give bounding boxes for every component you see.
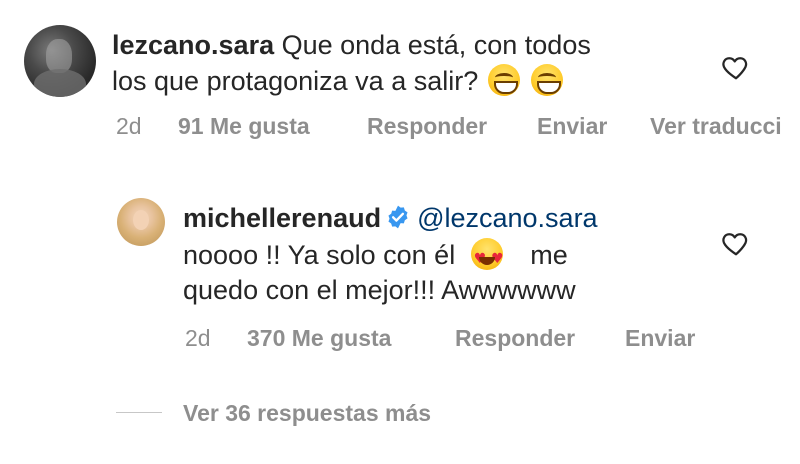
view-more-replies-button[interactable]: Ver 36 respuestas más — [183, 399, 431, 427]
comment-text: lezcano.sara Que onda está, con todos — [112, 27, 591, 63]
comment-body-line1: Que onda está, con todos — [281, 30, 591, 60]
send-button[interactable]: Enviar — [537, 112, 607, 140]
reply-body-line3: quedo con el mejor!!! Awwwwww — [183, 275, 576, 305]
mention-link[interactable]: @lezcano.sara — [417, 203, 598, 233]
comment-time: 2d — [185, 325, 211, 351]
view-more-divider — [116, 412, 162, 413]
reply-header: michellerenaud @lezcano.sara — [183, 200, 598, 236]
see-translation-button[interactable]: Ver traducci — [650, 112, 782, 140]
grinning-face-icon — [531, 63, 564, 96]
heart-eyes-face-icon — [470, 237, 505, 277]
grinning-face-icon — [487, 63, 520, 96]
comment-actions: 2d 91 Me gusta Responder Enviar Ver trad… — [116, 112, 800, 142]
like-heart-icon[interactable] — [721, 52, 751, 82]
comment-body-line2: los que protagoniza va a salir? — [112, 66, 479, 96]
avatar[interactable] — [117, 198, 165, 246]
comment-text-line2: los que protagoniza va a salir? — [112, 63, 565, 99]
comment-username[interactable]: lezcano.sara — [112, 30, 274, 60]
reply-body-part2: me — [530, 240, 568, 270]
comment-time: 2d — [116, 113, 142, 139]
reply-actions: 2d 370 Me gusta Responder Enviar — [185, 324, 785, 354]
reply-body-part1: noooo !! Ya solo con él — [183, 240, 456, 270]
avatar[interactable] — [24, 25, 96, 97]
likes-count[interactable]: 370 Me gusta — [247, 324, 391, 352]
reply-text-line3: quedo con el mejor!!! Awwwwww — [183, 272, 576, 308]
reply-button[interactable]: Responder — [455, 324, 575, 352]
comment-username[interactable]: michellerenaud — [183, 203, 381, 233]
like-heart-icon[interactable] — [721, 228, 751, 258]
send-button[interactable]: Enviar — [625, 324, 695, 352]
reply-text-line2: noooo !! Ya solo con él me — [183, 237, 568, 277]
likes-count[interactable]: 91 Me gusta — [178, 112, 310, 140]
comments-thread: lezcano.sara Que onda está, con todos lo… — [0, 0, 800, 464]
verified-badge-icon — [388, 205, 408, 229]
reply-button[interactable]: Responder — [367, 112, 487, 140]
